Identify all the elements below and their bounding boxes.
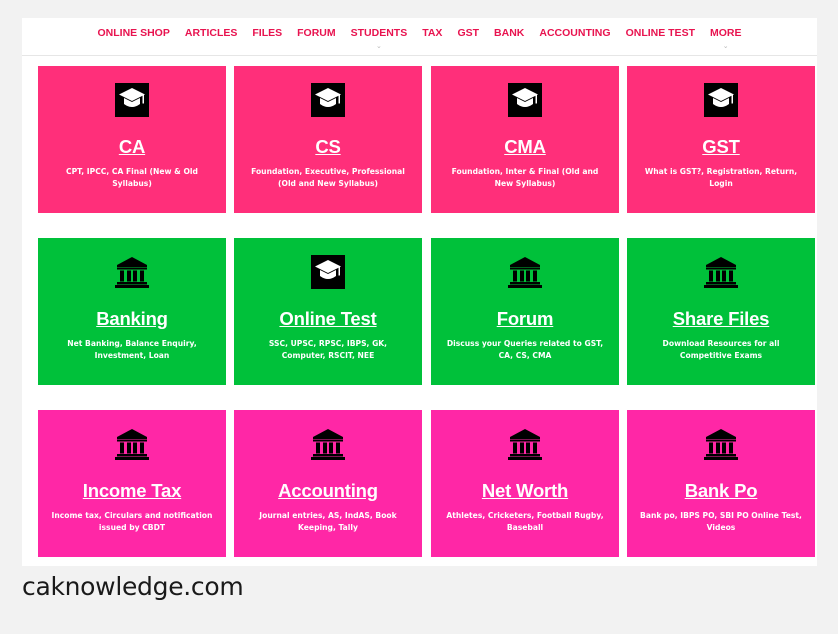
category-tile-ca[interactable]: CA CPT, IPCC, CA Final (New & Old Syllabu…	[38, 66, 226, 213]
tile-title-link[interactable]: Share Files	[627, 308, 815, 330]
bank-icon	[114, 254, 150, 290]
tile-description: Income tax, Circulars and notification i…	[51, 511, 213, 532]
category-tile-online-test[interactable]: Online Test SSC, UPSC, RPSC, IBPS, GK, Co…	[234, 238, 422, 385]
nav-item-online-test[interactable]: ONLINE TEST	[618, 27, 702, 39]
nav-item-accounting[interactable]: ACCOUNTING	[532, 27, 618, 39]
tile-title-link[interactable]: Accounting	[234, 480, 422, 502]
tile-title-link[interactable]: Bank Po	[627, 480, 815, 502]
chevron-down-icon: ⌄	[375, 43, 382, 50]
site-caption: caknowledge.com	[22, 572, 244, 601]
nav-item-more[interactable]: MORE ⌄	[702, 27, 749, 50]
nav-item-label: ONLINE TEST	[625, 27, 695, 39]
nav-item-tax[interactable]: TAX	[415, 27, 450, 39]
tile-description: Download Resources for all Competitive E…	[662, 339, 780, 360]
tile-title-link[interactable]: Banking	[38, 308, 226, 330]
tile-description: Foundation, Executive, Professional (Old…	[251, 167, 405, 188]
graduation-cap-icon	[310, 82, 346, 118]
tile-title-link[interactable]: GST	[627, 136, 815, 158]
category-tile-forum[interactable]: Forum Discuss your Queries related to GST…	[431, 238, 619, 385]
tile-title-link[interactable]: Net Worth	[431, 480, 619, 502]
nav-item-forum[interactable]: FORUM	[290, 27, 344, 39]
graduation-cap-icon	[114, 82, 150, 118]
category-tile-banking[interactable]: Banking Net Banking, Balance Enquiry, Inv…	[38, 238, 226, 385]
nav-item-label: ARTICLES	[184, 27, 238, 39]
tile-description: SSC, UPSC, RPSC, IBPS, GK, Computer, RSC…	[268, 339, 388, 360]
tile-title-link[interactable]: CA	[38, 136, 226, 158]
nav-item-gst[interactable]: GST	[450, 27, 487, 39]
tile-title-link[interactable]: Income Tax	[38, 480, 226, 502]
category-tile-cma[interactable]: CMA Foundation, Inter & Final (Old and Ne…	[431, 66, 619, 213]
nav-item-files[interactable]: FILES	[245, 27, 290, 39]
bank-icon	[114, 426, 150, 462]
tile-description: Net Banking, Balance Enquiry, Investment…	[67, 339, 197, 360]
top-navigation: ONLINE SHOP ARTICLES FILES FORUM STUDENTS ⌄ TA…	[22, 18, 817, 56]
bank-icon	[703, 426, 739, 462]
nav-item-label: FILES	[252, 27, 283, 39]
tile-title-link[interactable]: Online Test	[234, 308, 422, 330]
category-tile-net-worth[interactable]: Net Worth Athletes, Cricketers, Football …	[431, 410, 619, 557]
category-tile-cs[interactable]: CS Foundation, Executive, Professional (O…	[234, 66, 422, 213]
tile-description: Journal entries, AS, IndAS, Book Keeping…	[259, 511, 397, 532]
nav-item-label: MORE	[709, 27, 742, 39]
bank-icon	[703, 254, 739, 290]
category-tile-income-tax[interactable]: Income Tax Income tax, Circulars and noti…	[38, 410, 226, 557]
tile-description: Discuss your Queries related to GST, CA,…	[446, 339, 604, 360]
nav-item-label: BANK	[494, 27, 525, 39]
nav-item-bank[interactable]: BANK	[487, 27, 532, 39]
tile-description: Foundation, Inter & Final (Old and New S…	[451, 167, 599, 188]
tile-title-link[interactable]: CS	[234, 136, 422, 158]
nav-item-label: STUDENTS	[350, 27, 408, 39]
graduation-cap-icon	[507, 82, 543, 118]
graduation-cap-icon	[703, 82, 739, 118]
tile-description: CPT, IPCC, CA Final (New & Old Syllabus)	[66, 167, 198, 188]
tile-description: Athletes, Cricketers, Football Rugby, Ba…	[446, 511, 604, 532]
nav-item-label: ONLINE SHOP	[97, 27, 170, 39]
nav-item-label: ACCOUNTING	[539, 27, 611, 39]
nav-item-online-shop[interactable]: ONLINE SHOP	[90, 27, 177, 39]
website-frame: ONLINE SHOP ARTICLES FILES FORUM STUDENTS ⌄ TA…	[22, 18, 817, 566]
category-tile-accounting[interactable]: Accounting Journal entries, AS, IndAS, Bo…	[234, 410, 422, 557]
bank-icon	[507, 254, 543, 290]
category-tile-share-files[interactable]: Share Files Download Resources for all Co…	[627, 238, 815, 385]
nav-item-label: FORUM	[297, 27, 336, 39]
category-tile-bank-po[interactable]: Bank Po Bank po, IBPS PO, SBI PO Online T…	[627, 410, 815, 557]
nav-item-label: TAX	[422, 27, 443, 39]
nav-item-students[interactable]: STUDENTS ⌄	[343, 27, 415, 50]
tile-title-link[interactable]: CMA	[431, 136, 619, 158]
graduation-cap-icon	[310, 254, 346, 290]
chevron-down-icon: ⌄	[722, 43, 729, 50]
nav-item-label: GST	[457, 27, 480, 39]
bank-icon	[310, 426, 346, 462]
tile-title-link[interactable]: Forum	[431, 308, 619, 330]
nav-item-articles[interactable]: ARTICLES	[177, 27, 245, 39]
tile-description: Bank po, IBPS PO, SBI PO Online Test, Vi…	[640, 511, 802, 532]
category-tile-gst[interactable]: GST What is GST?, Registration, Return, L…	[627, 66, 815, 213]
tile-description: What is GST?, Registration, Return, Logi…	[644, 167, 798, 188]
bank-icon	[507, 426, 543, 462]
